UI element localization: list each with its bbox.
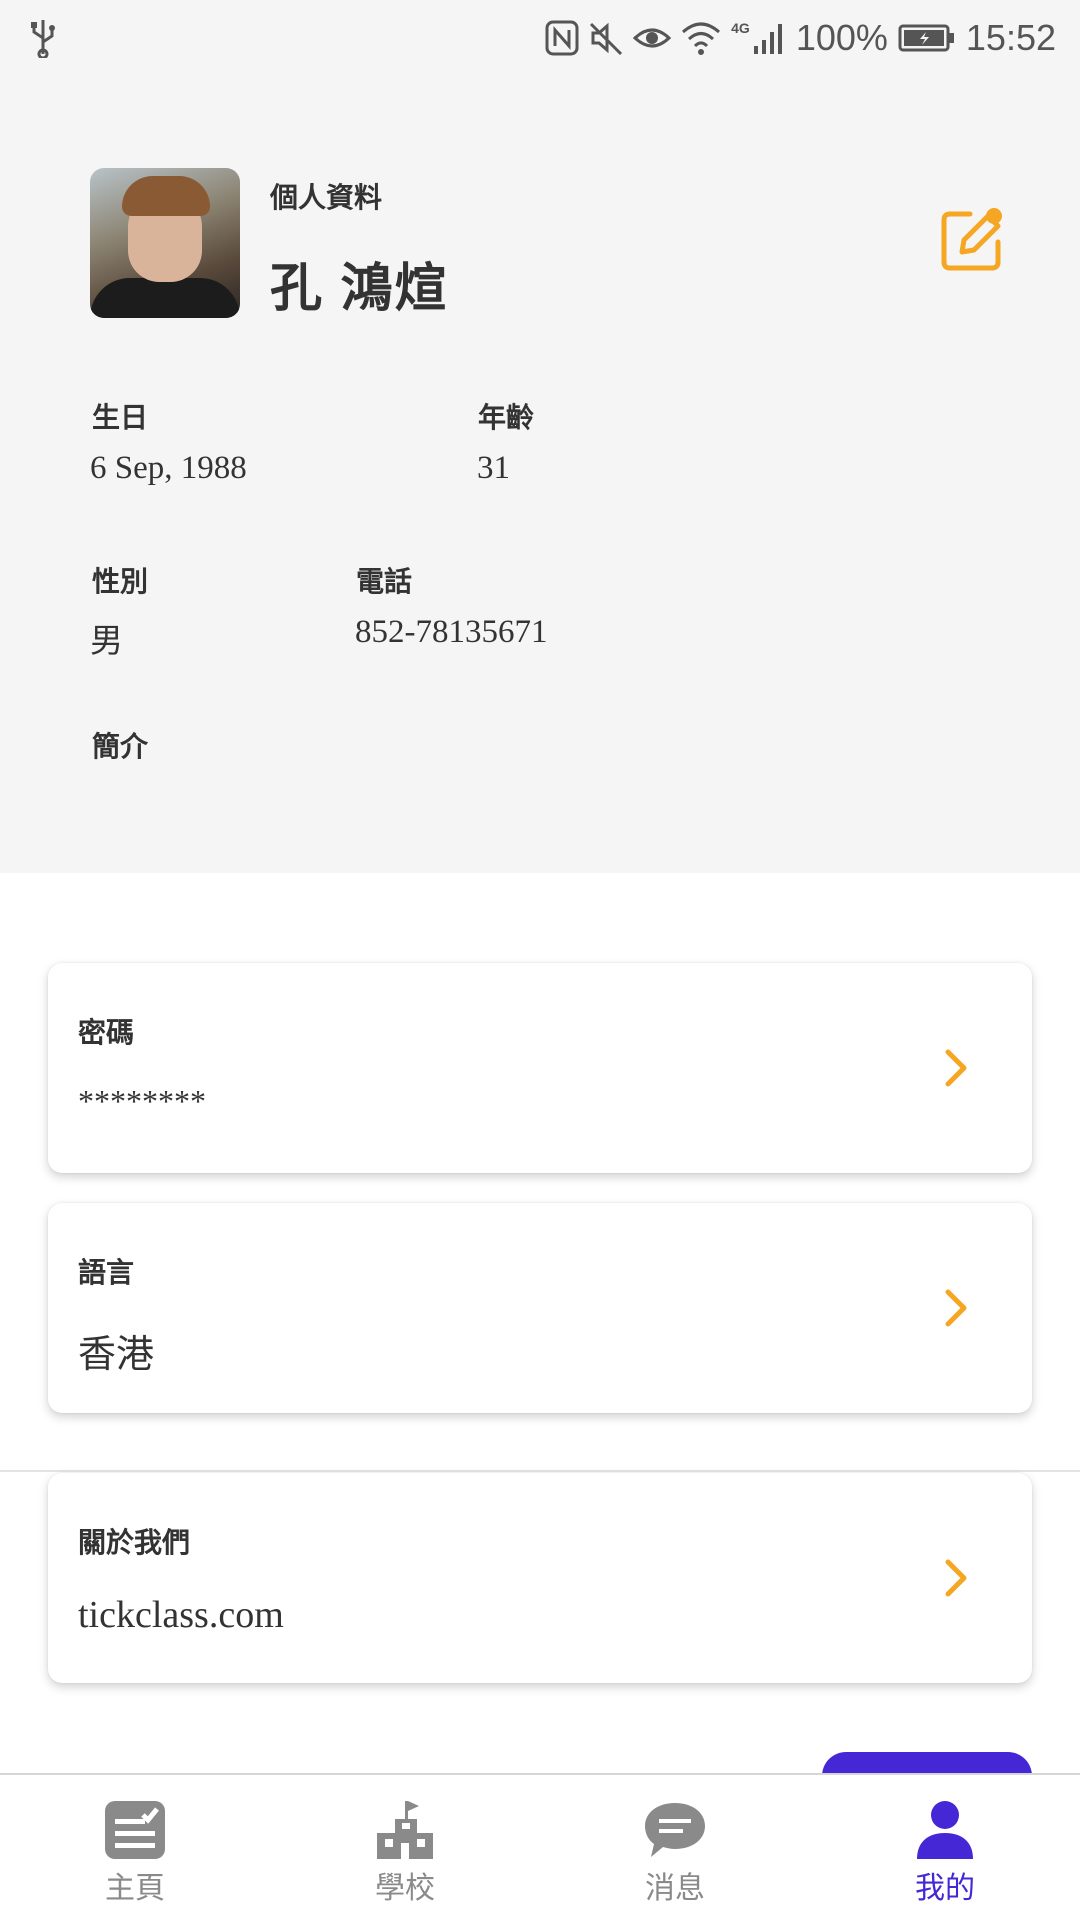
- password-value: ********: [78, 1083, 206, 1119]
- language-value: 香港: [78, 1334, 155, 1376]
- eye-icon: [633, 20, 672, 56]
- nav-messages[interactable]: 消息: [540, 1775, 810, 1920]
- school-icon: [372, 1799, 438, 1861]
- battery-percent: 100%: [795, 17, 888, 58]
- clock: 15:52: [965, 17, 1056, 58]
- avatar: [90, 168, 240, 318]
- gender-value: 男: [90, 624, 123, 660]
- network-type: 4G: [731, 20, 750, 36]
- nav-school[interactable]: 學校: [270, 1775, 540, 1920]
- home-icon: [102, 1799, 168, 1861]
- profile-panel: 個人資料 孔 鴻煊 生日 6 Sep, 1988 年齡 31 性別 男 電話 8…: [0, 76, 1080, 873]
- nav-profile[interactable]: 我的: [810, 1775, 1080, 1920]
- password-label: 密碼: [78, 1017, 135, 1048]
- age-label: 年齡: [478, 402, 535, 433]
- user-name: 孔 鴻煊: [270, 260, 449, 318]
- edit-icon: [940, 206, 1006, 277]
- birthday-label: 生日: [92, 402, 149, 433]
- about-value: tickclass.com: [78, 1594, 284, 1636]
- message-icon: [642, 1799, 708, 1861]
- phone-label: 電話: [356, 566, 413, 597]
- phone-value: 852-78135671: [355, 614, 548, 650]
- nfc-icon: [545, 20, 579, 56]
- about-label: 關於我們: [78, 1527, 191, 1558]
- bottom-nav: 主頁 學校 消息 我的: [0, 1773, 1080, 1920]
- signal-icon: 4G: [731, 20, 786, 56]
- birthday-value: 6 Sep, 1988: [90, 450, 247, 486]
- intro-label: 簡介: [92, 731, 149, 762]
- nav-school-label: 學校: [375, 1872, 435, 1905]
- language-label: 語言: [78, 1257, 135, 1288]
- nav-home-label: 主頁: [105, 1872, 165, 1905]
- divider: [0, 1470, 1080, 1472]
- chevron-right-icon: [936, 1048, 976, 1088]
- nav-messages-label: 消息: [645, 1872, 705, 1905]
- password-card[interactable]: 密碼 ********: [48, 963, 1032, 1173]
- age-value: 31: [477, 450, 510, 486]
- battery-icon: [898, 23, 956, 53]
- gender-label: 性別: [92, 566, 149, 597]
- profile-section-label: 個人資料: [270, 182, 383, 213]
- chevron-right-icon: [936, 1558, 976, 1598]
- nav-profile-label: 我的: [915, 1872, 975, 1905]
- edit-profile-button[interactable]: [940, 206, 1006, 277]
- chevron-right-icon: [936, 1288, 976, 1328]
- language-card[interactable]: 語言 香港: [48, 1203, 1032, 1413]
- status-bar: 4G 100% 15:52: [0, 0, 1080, 76]
- nav-home[interactable]: 主頁: [0, 1775, 270, 1920]
- usb-icon: [30, 18, 56, 58]
- profile-icon: [912, 1799, 978, 1861]
- about-card[interactable]: 關於我們 tickclass.com: [48, 1473, 1032, 1683]
- mute-icon: [589, 20, 623, 56]
- wifi-icon: [681, 20, 721, 56]
